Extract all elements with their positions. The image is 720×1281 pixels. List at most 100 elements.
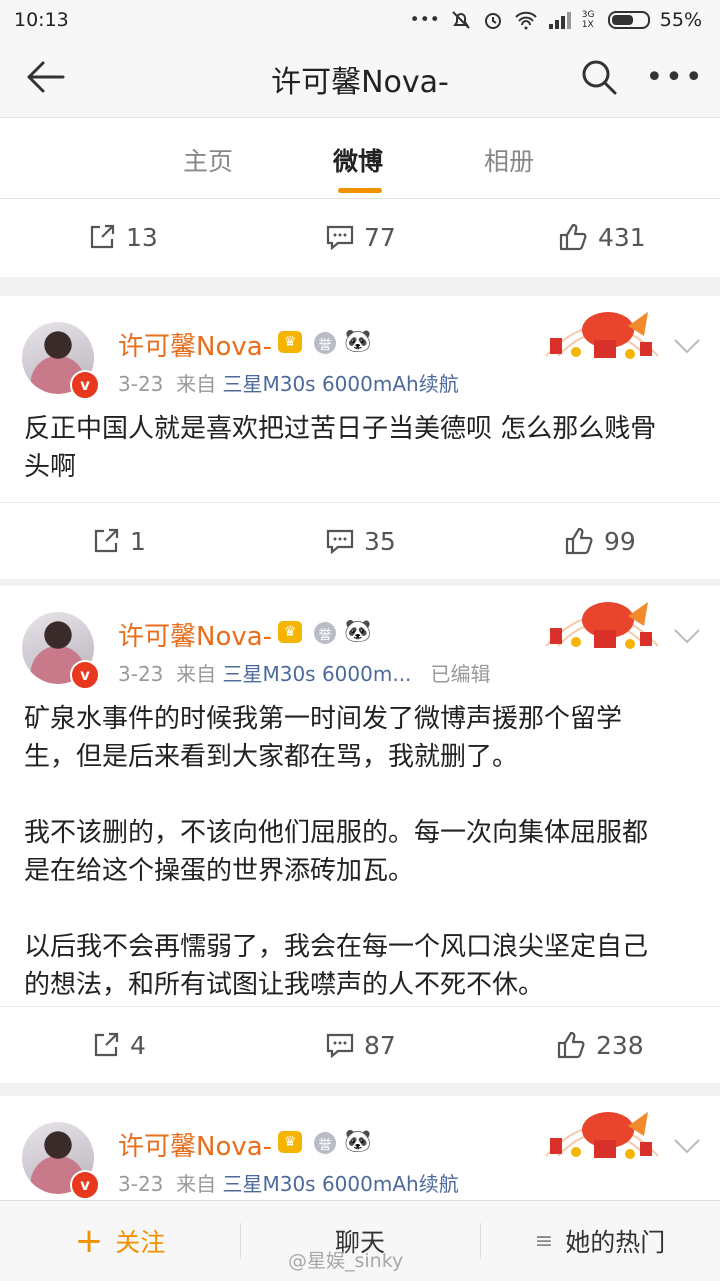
repost-icon [94,1032,119,1057]
comment-button[interactable]: 87 [326,1007,396,1083]
post-text: 矿泉水事件的时候我第一时间发了微博声援那个留学 生，但是后来看到大家都在骂，我就… [24,704,649,1000]
avatar[interactable]: v [22,612,100,690]
chevron-down-icon[interactable] [672,1136,702,1156]
repost-count: 13 [126,222,158,252]
thumbs-up-icon [565,527,593,555]
like-button[interactable]: 431 [558,199,646,275]
tab-album[interactable]: 相册 [484,142,534,178]
medal-icon: 誉 [314,1132,336,1154]
koi-fish-decoration-icon [545,312,659,359]
comment-button[interactable]: 35 [326,503,396,579]
koi-fish-decoration-icon [545,602,659,649]
comment-button[interactable]: 77 [326,199,396,275]
battery-icon [607,11,650,29]
comment-icon [326,529,354,554]
post-meta: 3-23 来自 三星M30s 6000mAh续航 [118,1168,459,1197]
post-card: v 许可馨Nova- ♛ 誉 🐼 3-23 来自 三星M30s 6000mAh续… [0,296,720,579]
back-arrow-icon [27,61,65,93]
search-button[interactable] [576,54,622,100]
watermark: @星娱_sinky [288,1250,404,1272]
post-username[interactable]: 许可馨Nova- [118,616,272,653]
follow-label: 关注 [115,1228,166,1257]
comment-count: 77 [364,222,396,252]
post-meta: 3-23 来自 三星M30s 6000mAh续航 [118,368,459,397]
post-source[interactable]: 三星M30s 6000m... [222,662,411,686]
like-button[interactable]: 238 [556,1007,644,1083]
post-card: v 许可馨Nova- ♛ 誉 🐼 3-23 来自 三星M30s 6000mAh续… [0,1096,720,1200]
medal-icon: 誉 [314,622,336,644]
repost-button[interactable]: 13 [88,199,158,275]
active-tab-indicator [338,188,382,193]
comment-icon [326,225,354,250]
verified-badge-icon: v [70,370,100,400]
koi-fish-decoration-icon [545,1112,659,1159]
chevron-down-icon[interactable] [672,626,702,646]
profile-tabs: 主页 微博 相册 [0,118,720,199]
post-username[interactable]: 许可馨Nova- [118,1126,272,1163]
post-card: v 许可馨Nova- ♛ 誉 🐼 3-23 来自 三星M30s 6000m...… [0,586,720,1083]
more-dots-icon: ••• [409,10,440,30]
repost-count: 1 [130,526,146,556]
chevron-down-icon[interactable] [672,336,702,356]
nav-bar: 许可馨Nova- ••• [0,40,720,118]
like-count: 238 [596,1030,644,1060]
comment-count: 35 [364,526,396,556]
mute-bell-icon [452,11,470,29]
hot-label: 她的热门 [565,1228,666,1257]
verified-badge-icon: v [70,1170,100,1200]
like-count: 431 [598,222,646,252]
post-source[interactable]: 三星M30s 6000mAh续航 [222,372,458,396]
battery-level: 55% [659,9,702,31]
page-title: 许可馨Nova- [271,64,449,100]
medal-icon: 誉 [314,332,336,354]
avatar[interactable]: v [22,322,100,400]
repost-icon [90,224,115,249]
wifi-icon [515,11,537,30]
signal-icon [548,12,571,29]
post-meta: 3-23 来自 三星M30s 6000m... 已编辑 [118,658,490,687]
like-count: 99 [604,526,636,556]
verified-badge-icon: v [70,660,100,690]
panda-icon: 🐼 [344,619,372,644]
list-icon: ≡ [534,1228,554,1254]
plus-icon: + [74,1221,104,1261]
post-username[interactable]: 许可馨Nova- [118,326,272,363]
alarm-icon [484,13,501,29]
thumbs-up-icon [559,223,587,251]
panda-icon: 🐼 [344,1129,372,1154]
search-icon [582,60,617,95]
like-button[interactable]: 99 [564,503,636,579]
vip-crown-icon: ♛ [278,331,302,353]
status-bar: 10:13 ••• 3G 1X 55% [0,0,720,40]
comment-count: 87 [364,1030,396,1060]
more-icon: ••• [645,59,705,95]
vip-crown-icon: ♛ [278,1131,302,1153]
post-from-label: 来自 [176,1172,217,1196]
status-time: 10:13 [14,9,69,31]
status-icons: ••• 3G 1X 55% [410,9,702,31]
post-source[interactable]: 三星M30s 6000mAh续航 [222,1172,458,1196]
tab-home[interactable]: 主页 [183,142,233,178]
post-text: 反正中国人就是喜欢把过苦日子当美德呗 怎么那么贱骨 头啊 [24,414,657,482]
thumbs-up-icon [557,1031,585,1059]
network-type: 3G 1X [581,10,595,30]
more-button[interactable]: ••• [645,54,702,100]
post-date: 3-23 [118,662,164,686]
tab-weibo[interactable]: 微博 [333,142,383,178]
back-button[interactable] [22,54,68,100]
panda-icon: 🐼 [344,329,372,354]
repost-icon [94,528,119,553]
vip-crown-icon: ♛ [278,621,302,643]
post-date: 3-23 [118,372,164,396]
repost-button[interactable]: 1 [92,503,146,579]
post-from-label: 来自 [176,662,217,686]
repost-count: 4 [130,1030,146,1060]
follow-button[interactable]: + 关注 [0,1201,240,1281]
avatar[interactable]: v [22,1122,100,1200]
edited-label: 已编辑 [430,662,491,686]
post-from-label: 来自 [176,372,217,396]
repost-button[interactable]: 4 [92,1007,146,1083]
previous-post-actions: 13 77 431 [0,199,720,277]
hot-posts-button[interactable]: ≡ 她的热门 [480,1201,720,1281]
comment-icon [326,1033,354,1058]
